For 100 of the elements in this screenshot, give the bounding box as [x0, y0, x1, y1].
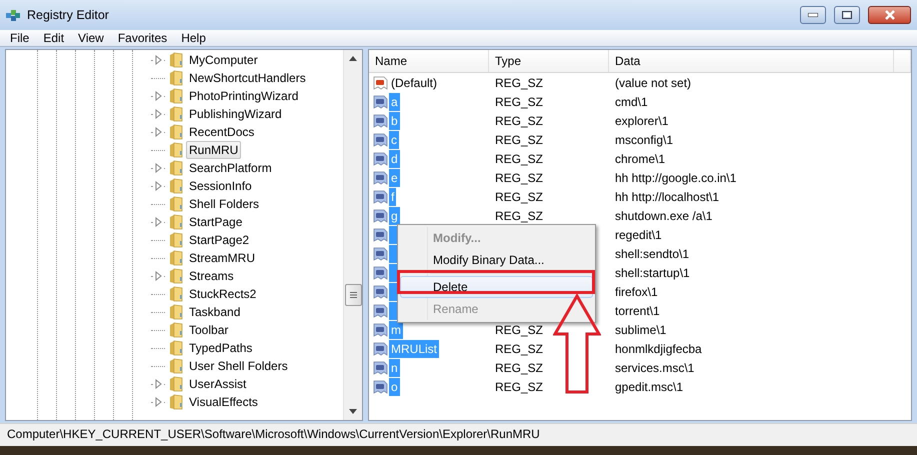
value-type: REG_SZ: [494, 380, 544, 394]
scroll-down-icon[interactable]: [349, 409, 357, 414]
value-data: regedit\1: [614, 228, 662, 242]
folder-icon: [169, 178, 183, 194]
menu-item[interactable]: View: [71, 30, 111, 46]
value-type: REG_SZ: [494, 322, 544, 336]
menu-item[interactable]: File: [3, 30, 36, 46]
string-value-icon: [373, 112, 389, 128]
tree-item[interactable]: SessionInfo: [186, 177, 255, 195]
scroll-up-icon[interactable]: [349, 56, 357, 61]
value-type: REG_SZ: [494, 190, 544, 204]
string-value-icon: [373, 378, 389, 394]
tree-item[interactable]: VisualEffects: [186, 393, 261, 411]
folder-icon: [169, 88, 183, 104]
value-data: honmlkdjigfecba: [614, 342, 702, 356]
maximize-icon: [842, 11, 852, 19]
menu-item[interactable]: Favorites: [110, 30, 174, 46]
folder-icon: [169, 124, 183, 140]
value-type: REG_SZ: [494, 360, 544, 374]
string-value-icon: [373, 246, 389, 262]
tree-item[interactable]: NewShortcutHandlers: [186, 69, 309, 87]
minimize-icon: [808, 13, 818, 17]
folder-icon: [169, 394, 183, 410]
tree-item[interactable]: MyComputer: [186, 51, 261, 69]
folder-icon: [169, 268, 183, 284]
string-value-icon: [373, 150, 389, 166]
folder-icon: [169, 196, 183, 212]
value-type: REG_SZ: [494, 152, 544, 166]
tree-item[interactable]: PublishingWizard: [186, 105, 285, 123]
column-header[interactable]: Data: [609, 50, 894, 72]
column-header[interactable]: Type: [489, 50, 609, 72]
folder-icon: [169, 142, 183, 158]
string-value-icon: [373, 302, 389, 318]
folder-icon: [169, 376, 183, 392]
string-value-icon: [373, 132, 389, 148]
tree-item[interactable]: SearchPlatform: [186, 159, 275, 177]
status-bar: Computer\HKEY_CURRENT_USER\Software\Microsoft\Windows\CurrentVersion\Explorer\RunMRU: [0, 423, 917, 446]
folder-icon: [169, 304, 183, 320]
string-value-icon: [373, 226, 389, 242]
value-type: REG_SZ: [494, 132, 544, 146]
value-data: hh http://google.co.in\1: [614, 170, 736, 184]
grip-icon[interactable]: [350, 292, 356, 298]
folder-icon: [169, 232, 183, 248]
tree-item[interactable]: UserAssist: [186, 375, 250, 393]
value-data: explorer\1: [614, 114, 668, 128]
tree-item[interactable]: RecentDocs: [186, 123, 258, 141]
tree-item[interactable]: Taskband: [186, 303, 244, 321]
value-type: REG_SZ: [494, 94, 544, 108]
value-data: services.msc\1: [614, 360, 694, 374]
value-type: REG_SZ: [494, 170, 544, 184]
minimize-button[interactable]: [800, 6, 826, 24]
menu-item[interactable]: Edit: [36, 30, 72, 46]
window-title: Registry Editor: [27, 8, 110, 22]
column-header[interactable]: Name: [369, 50, 489, 72]
value-data: shell:startup\1: [614, 266, 690, 280]
tree-item[interactable]: User Shell Folders: [186, 357, 291, 375]
value-data: shell:sendto\1: [614, 246, 690, 260]
value-data: msconfig\1: [614, 132, 674, 146]
value-data: chrome\1: [614, 152, 666, 166]
value-type: REG_SZ: [494, 114, 544, 128]
string-value-icon: [373, 360, 389, 376]
string-value-icon: [373, 94, 389, 110]
value-data: shutdown.exe /a\1: [614, 208, 712, 222]
tree-item[interactable]: Toolbar: [186, 321, 232, 339]
menu-item[interactable]: Modify Binary Data...: [400, 249, 593, 271]
close-button[interactable]: [868, 6, 911, 24]
menu-item[interactable]: Help: [174, 30, 213, 46]
tree-item[interactable]: TypedPaths: [186, 339, 256, 357]
tree-item[interactable]: PhotoPrintingWizard: [186, 87, 302, 105]
string-value-icon: [373, 188, 389, 204]
tree-item[interactable]: Streams: [186, 267, 237, 285]
folder-icon: [169, 322, 183, 338]
folder-icon: [169, 70, 183, 86]
folder-icon: [169, 52, 183, 68]
folder-icon: [169, 340, 183, 356]
app-icon: [5, 7, 21, 23]
folder-icon: [169, 358, 183, 374]
tree-item[interactable]: StreamMRU: [186, 249, 258, 267]
string-value-icon: [373, 340, 389, 356]
value-type: REG_SZ: [494, 76, 544, 90]
string-value-icon: [373, 74, 389, 90]
tree-item[interactable]: StuckRects2: [186, 285, 260, 303]
tree-item[interactable]: Shell Folders: [186, 195, 262, 213]
tree-item[interactable]: RunMRU: [186, 141, 242, 159]
string-value-icon: [373, 208, 389, 224]
value-type: REG_SZ: [494, 342, 544, 356]
close-icon: [884, 10, 896, 20]
folder-icon: [169, 160, 183, 176]
tree-item[interactable]: StartPage2: [186, 231, 252, 249]
scrollbar[interactable]: [343, 50, 362, 420]
string-value-icon: [373, 170, 389, 186]
value-data: torrent\1: [614, 304, 660, 318]
maximize-button[interactable]: [834, 6, 860, 24]
tree-item[interactable]: StartPage: [186, 213, 246, 231]
folder-icon: [169, 250, 183, 266]
folder-icon: [169, 286, 183, 302]
folder-icon: [169, 214, 183, 230]
value-data: cmd\1: [614, 94, 648, 108]
value-name[interactable]: (Default): [389, 74, 440, 92]
string-value-icon: [373, 322, 389, 338]
